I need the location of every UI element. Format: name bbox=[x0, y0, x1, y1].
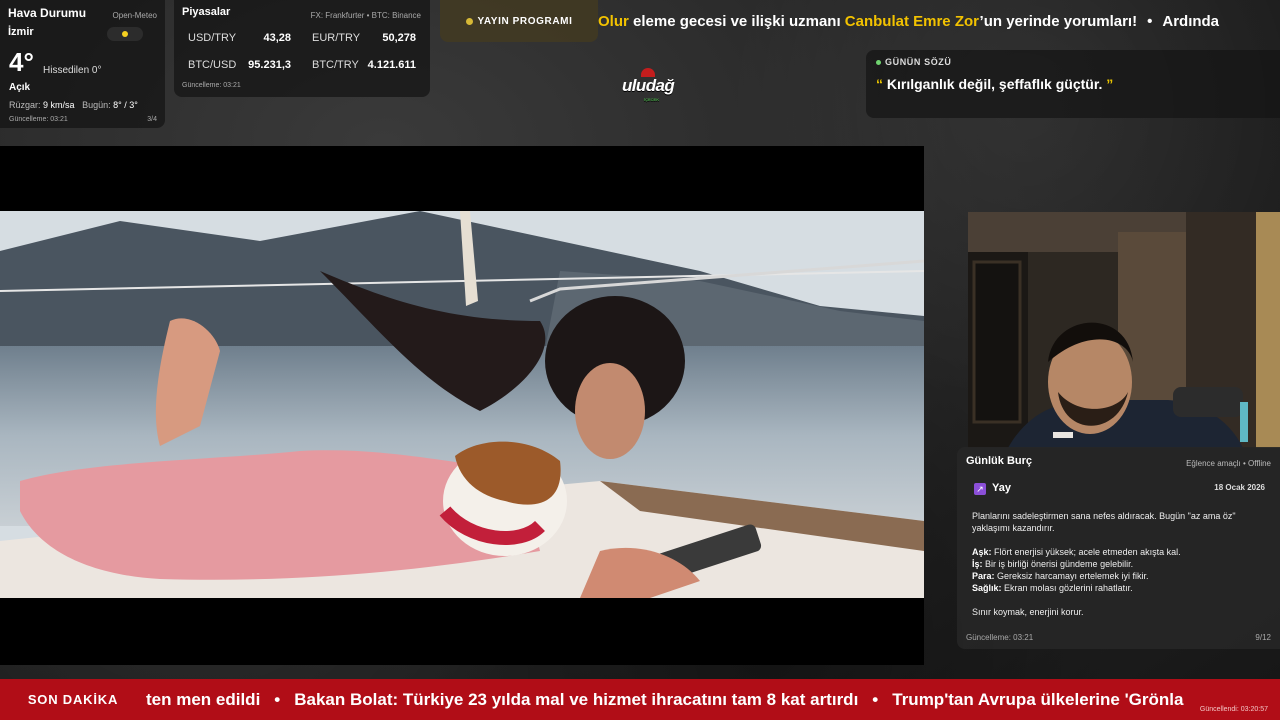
quote-body: Kırılganlık değil, şeffaflık güçtür. bbox=[883, 76, 1107, 92]
breaking-ticker: ten men edildi • Bakan Bolat: Türkiye 23 y… bbox=[146, 679, 1183, 720]
wind-label: Rüzgar: bbox=[9, 100, 41, 110]
horoscope-line-text: Flört enerjisi yüksek; acele etmeden akı… bbox=[991, 547, 1181, 557]
horoscope-sign: Yay bbox=[992, 482, 1011, 494]
horoscope-line: Aşk: Flört enerjisi yüksek; acele etmede… bbox=[972, 546, 1272, 558]
today-label: Bugün: bbox=[82, 100, 111, 110]
today-value: 8° / 3° bbox=[113, 100, 138, 110]
horoscope-line: Para: Gereksiz harcamayı ertelemek iyi f… bbox=[972, 570, 1272, 582]
top-news-ticker: Olur eleme gecesi ve ilişki uzmanı Canbu… bbox=[598, 0, 1280, 42]
horoscope-sign-row: ↗ Yay 18 Ocak 2026 bbox=[966, 479, 1271, 501]
market-name: BTC/USD bbox=[188, 59, 237, 71]
ticker-text: ’un yerinde yorumları! bbox=[979, 13, 1138, 30]
ticker-text: eleme gecesi ve ilişki uzmanı bbox=[628, 13, 845, 30]
schedule-label: YAYIN PROGRAMI bbox=[477, 15, 573, 27]
market-value: 50,278 bbox=[382, 32, 416, 44]
horoscope-date: 18 Ocak 2026 bbox=[1214, 483, 1265, 492]
weather-source: Open-Meteo bbox=[112, 11, 157, 20]
horoscope-line-label: İş: bbox=[972, 559, 983, 569]
horoscope-updated: Güncelleme: 03:21 bbox=[966, 633, 1034, 642]
market-value: 95.231,3 bbox=[248, 59, 291, 71]
market-value: 4.121.611 bbox=[367, 59, 416, 71]
market-row: BTC/USD 95.231,3 bbox=[188, 59, 291, 71]
horoscope-line-text: Gereksiz harcamayı ertelemek iyi fikir. bbox=[994, 571, 1149, 581]
horoscope-line: İş: Bir iş birliği önerisi gündeme geleb… bbox=[972, 558, 1272, 570]
weather-temperature: 4° bbox=[9, 47, 34, 77]
breaking-label: SON DAKİKA bbox=[0, 679, 146, 720]
weather-widget: Hava Durumu Open-Meteo İzmir 4° Hissedil… bbox=[0, 0, 165, 128]
breaking-item: Bakan Bolat: Türkiye 23 yılda mal ve hiz… bbox=[294, 690, 859, 709]
quote-of-the-day: GÜNÜN SÖZÜ “ Kırılganlık değil, şeffaflı… bbox=[866, 50, 1280, 118]
weather-feels-like: Hissedilen 0° bbox=[43, 65, 102, 76]
breaking-item: ten men edildi bbox=[146, 690, 261, 709]
breaking-updated: Güncellendi: 03:20:57 bbox=[1199, 706, 1268, 713]
sagittarius-icon: ↗ bbox=[974, 483, 986, 495]
logo-subtitle: İÇECEK bbox=[644, 97, 660, 102]
market-name: USD/TRY bbox=[188, 32, 237, 44]
horoscope-line-text: Bir iş birliği önerisi gündeme gelebilir… bbox=[982, 559, 1134, 569]
market-row: BTC/TRY 4.121.611 bbox=[312, 59, 416, 71]
breaking-item: Trump'tan Avrupa ülkelerine 'Grönla bbox=[892, 690, 1184, 709]
market-name: BTC/TRY bbox=[312, 59, 359, 71]
horoscope-line-text: Ekran molası gözlerini rahatlatır. bbox=[1001, 583, 1133, 593]
schedule-dot-icon bbox=[465, 17, 473, 25]
ticker-separator: • bbox=[1147, 13, 1153, 30]
market-row: EUR/TRY 50,278 bbox=[312, 32, 416, 44]
markets-widget: Piyasalar FX: Frankfurter • BTC: Binance… bbox=[174, 0, 430, 97]
horoscope-body: Planlarını sadeleştirmen sana nefes aldı… bbox=[972, 510, 1272, 618]
video-scene-illustration bbox=[0, 211, 924, 598]
horoscope-line-label: Sağlık: bbox=[972, 583, 1002, 593]
market-name: EUR/TRY bbox=[312, 32, 361, 44]
ticker-highlight: Olur bbox=[598, 13, 629, 30]
ticker-highlight: Canbulat Emre Zor bbox=[844, 13, 980, 30]
sun-icon bbox=[107, 27, 143, 41]
weather-condition: Açık bbox=[9, 82, 31, 93]
horoscope-line-label: Aşk: bbox=[972, 547, 992, 557]
live-dot-icon bbox=[876, 60, 881, 66]
markets-updated: Güncelleme: 03:21 bbox=[182, 82, 241, 89]
quote-open-mark: “ bbox=[876, 76, 883, 92]
breaking-separator: • bbox=[274, 690, 281, 709]
horoscope-mode: Eğlence amaçlı • Offline bbox=[1186, 459, 1271, 468]
horoscope-line-label: Para: bbox=[972, 571, 995, 581]
breaking-separator: • bbox=[872, 690, 879, 709]
video-player[interactable] bbox=[0, 146, 924, 665]
webcam-feed bbox=[968, 212, 1280, 448]
logo-text: uludağ bbox=[622, 76, 675, 95]
sponsor-logo: uludağ İÇECEK bbox=[622, 68, 680, 102]
ticker-next: Ardında bbox=[1162, 13, 1220, 30]
quote-label: GÜNÜN SÖZÜ bbox=[876, 57, 1270, 67]
quote-text: “ Kırılganlık değil, şeffaflık güçtür. ” bbox=[876, 76, 1270, 92]
market-value: 43,28 bbox=[263, 32, 291, 44]
wind-value: 9 km/sa bbox=[43, 100, 75, 110]
markets-source: FX: Frankfurter • BTC: Binance bbox=[310, 11, 421, 20]
horoscope-outro: Sınır koymak, enerjini korur. bbox=[972, 607, 1084, 617]
weather-updated: Güncelleme: 03:21 bbox=[9, 116, 68, 123]
horoscope-line: Sağlık: Ekran molası gözlerini rahatlatı… bbox=[972, 582, 1272, 594]
market-row: USD/TRY 43,28 bbox=[188, 32, 291, 44]
daily-horoscope-widget: Günlük Burç Eğlence amaçlı • Offline ↗ Y… bbox=[957, 447, 1280, 649]
weather-page-indicator: 3/4 bbox=[147, 116, 157, 123]
webcam-scene-illustration bbox=[968, 212, 1280, 448]
breaking-news-bar: SON DAKİKA ten men edildi • Bakan Bolat: T… bbox=[0, 679, 1280, 720]
quote-close-mark: ” bbox=[1106, 76, 1114, 92]
horoscope-intro: Planlarını sadeleştirmen sana nefes aldı… bbox=[972, 511, 1236, 533]
weather-wind: Rüzgar: 9 km/sa Bugün: 8° / 3° bbox=[9, 100, 138, 110]
video-frame bbox=[0, 211, 924, 598]
broadcast-schedule-button[interactable]: YAYIN PROGRAMI bbox=[440, 0, 598, 42]
horoscope-page-indicator: 9/12 bbox=[1255, 633, 1271, 642]
